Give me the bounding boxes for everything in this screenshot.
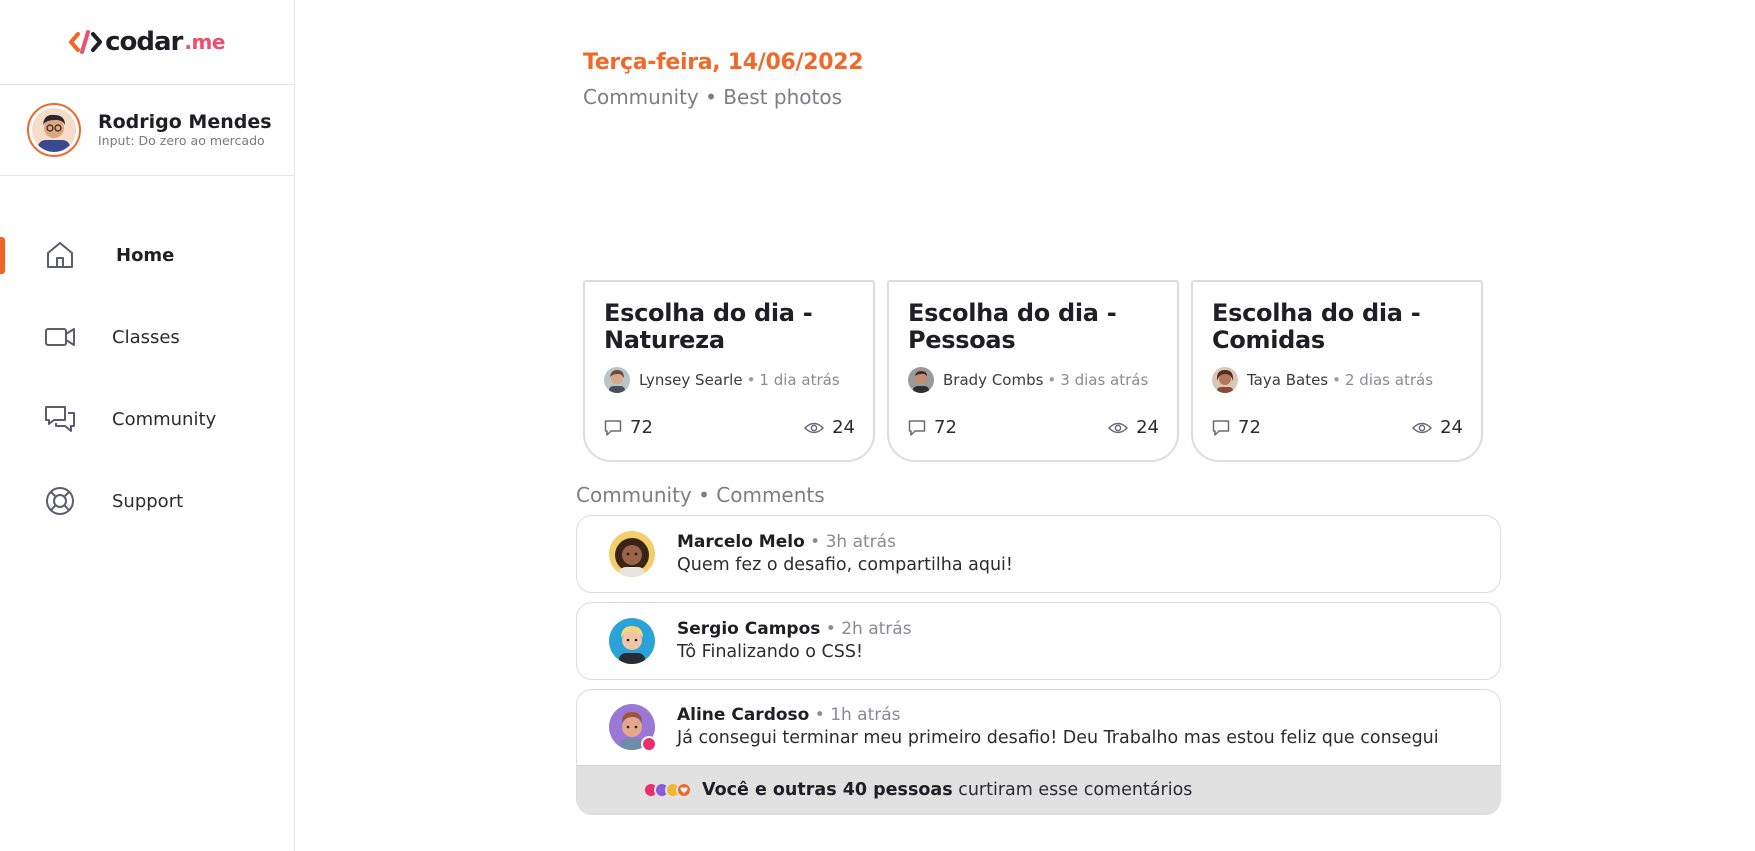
author-name[interactable]: Taya Bates (1247, 371, 1328, 389)
author-name[interactable]: Brady Combs (943, 371, 1043, 389)
card-author: Brady Combs • 3 dias atrás (908, 367, 1159, 393)
card-title: Escolha do dia - Pessoas (908, 299, 1117, 354)
card-author: Taya Bates • 2 dias atrás (1212, 367, 1463, 393)
avatar (908, 367, 934, 393)
photo-card[interactable]: Escolha do dia - Natureza Lynsey Searle … (583, 280, 875, 462)
card-title: Escolha do dia - Natureza (604, 299, 813, 354)
sidebar-item-support[interactable]: Support (0, 460, 294, 542)
photo-card[interactable]: Escolha do dia - Comidas Taya Bates • 2 … (1191, 280, 1483, 462)
view-count: 24 (1108, 417, 1159, 438)
likes-rest-text: curtiram esse comentários (958, 779, 1193, 800)
profile-name: Rodrigo Mendes (98, 111, 272, 133)
post-time: 3 dias atrás (1060, 371, 1149, 389)
page-date: Terça-feira, 14/06/2022 (583, 50, 864, 75)
card-author: Lynsey Searle • 1 dia atrás (604, 367, 855, 393)
sidebar: codar .me Rodrigo Mendes Input: Do zero a… (0, 0, 295, 851)
comment-item[interactable]: Sergio Campos • 2h atrás Tô Finalizando … (576, 602, 1501, 680)
active-indicator (0, 237, 5, 274)
sidebar-item-label: Classes (112, 326, 180, 348)
video-camera-icon (44, 321, 76, 353)
comment-text: Quem fez o desafio, compartilha aqui! (677, 555, 1013, 575)
card-stats: 72 24 (908, 417, 1159, 438)
author-name[interactable]: Lynsey Searle (639, 371, 743, 389)
eye-icon (1108, 422, 1129, 433)
comments-section-label: Community • Comments (576, 483, 825, 507)
view-count: 24 (804, 417, 855, 438)
eye-icon (804, 422, 825, 433)
comment-icon (1212, 419, 1230, 436)
photo-cards: Escolha do dia - Natureza Lynsey Searle … (583, 280, 1483, 462)
sidebar-item-label: Support (112, 490, 184, 512)
sidebar-item-classes[interactable]: Classes (0, 296, 294, 378)
lifebuoy-icon (44, 485, 76, 517)
comment-count-value: 72 (630, 417, 653, 438)
card-stats: 72 24 (604, 417, 855, 438)
heart-icon (676, 781, 692, 798)
commenter-name[interactable]: Aline Cardoso (677, 705, 809, 725)
comment-icon (604, 419, 622, 436)
logo[interactable]: codar .me (0, 0, 294, 85)
comment-count[interactable]: 72 (1212, 417, 1261, 438)
sidebar-item-label: Community (112, 408, 217, 430)
comment-text: Já consegui terminar meu primeiro desafi… (677, 728, 1439, 749)
view-count: 24 (1412, 417, 1463, 438)
view-count-value: 24 (832, 417, 855, 438)
sidebar-item-community[interactable]: Community (0, 378, 294, 460)
post-time: 2 dias atrás (1344, 371, 1434, 389)
comment-time: 1h atrás (830, 705, 901, 726)
commenter-name[interactable]: Sergio Campos (677, 619, 820, 639)
comment-time: 2h atrás (841, 619, 912, 639)
reaction-icons (643, 781, 692, 798)
profile-subtitle: Input: Do zero ao mercado (98, 133, 265, 148)
view-count-value: 24 (1440, 417, 1463, 438)
likes-count-text: Você e outras 40 pessoas (702, 779, 953, 800)
avatar (1212, 367, 1238, 393)
avatar (27, 103, 81, 157)
comment-item[interactable]: Marcelo Melo • 3h atrás Quem fez o desaf… (576, 515, 1501, 593)
likes-bar[interactable]: Você e outras 40 pessoas curtiram esse c… (577, 764, 1500, 814)
card-title: Escolha do dia - Comidas (1212, 299, 1421, 354)
comment-count-value: 72 (934, 417, 957, 438)
avatar (604, 367, 630, 393)
home-icon (44, 239, 76, 271)
sidebar-nav: Home Classes Community Support (0, 214, 294, 542)
comment-count[interactable]: 72 (604, 417, 653, 438)
comment-time: 3h atrás (825, 532, 896, 552)
view-count-value: 24 (1136, 417, 1159, 438)
comment-item[interactable]: Aline Cardoso • 1h atrás Já consegui ter… (576, 689, 1501, 815)
avatar (609, 704, 657, 753)
heart-badge-icon (641, 736, 657, 753)
card-stats: 72 24 (1212, 417, 1463, 438)
user-profile[interactable]: Rodrigo Mendes Input: Do zero ao mercado (0, 85, 294, 176)
eye-icon (1412, 422, 1433, 433)
photo-card[interactable]: Escolha do dia - Pessoas Brady Combs • 3… (887, 280, 1179, 462)
code-brackets-icon (69, 30, 103, 54)
commenter-name[interactable]: Marcelo Melo (677, 532, 805, 552)
comment-count-value: 72 (1238, 417, 1261, 438)
comments-list: Marcelo Melo • 3h atrás Quem fez o desaf… (576, 515, 1501, 824)
sidebar-item-label: Home (116, 244, 175, 266)
sidebar-item-home[interactable]: Home (0, 214, 294, 296)
comment-icon (908, 419, 926, 436)
chat-bubbles-icon (44, 403, 76, 435)
avatar (609, 531, 655, 577)
comment-count[interactable]: 72 (908, 417, 957, 438)
logo-text: codar (105, 27, 183, 57)
breadcrumb: Community • Best photos (583, 85, 843, 109)
avatar (609, 618, 655, 664)
post-time: 1 dia atrás (759, 371, 840, 389)
comment-text: Tô Finalizando o CSS! (677, 642, 863, 662)
logo-suffix: .me (184, 30, 225, 54)
